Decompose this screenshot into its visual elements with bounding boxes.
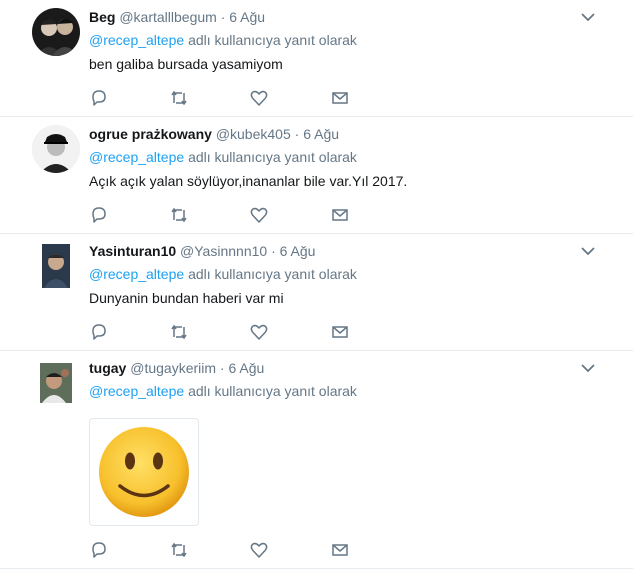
heart-icon[interactable] <box>249 540 269 560</box>
reply-context-text: adlı kullanıcıya yanıt olarak <box>188 383 357 399</box>
separator: · <box>294 126 300 142</box>
tweet-text: ben galiba bursada yasamiyom <box>89 56 283 72</box>
display-name[interactable]: Yasinturan10 <box>89 243 176 259</box>
separator: · <box>219 360 225 376</box>
retweet-icon[interactable] <box>169 540 189 560</box>
avatar[interactable] <box>32 125 80 173</box>
tweet-header: tugay @tugaykeriim · 6 Ağu <box>89 359 264 377</box>
reply-context: @recep_altepe adlı kullanıcıya yanıt ola… <box>89 148 357 166</box>
reply-context: @recep_altepe adlı kullanıcıya yanıt ola… <box>89 382 357 400</box>
tweet-text: Dunyanin bundan haberi var mi <box>89 290 284 306</box>
tweet-text: Açık açık yalan söylüyor,inananlar bile … <box>89 173 408 189</box>
retweet-icon[interactable] <box>169 205 189 225</box>
display-name[interactable]: Beg <box>89 9 115 25</box>
envelope-icon[interactable] <box>330 540 350 560</box>
heart-icon[interactable] <box>249 205 269 225</box>
timestamp[interactable]: 6 Ağu <box>280 243 316 259</box>
reply-context-text: adlı kullanıcıya yanıt olarak <box>188 266 357 282</box>
tweet-actions <box>89 205 369 225</box>
retweet-icon[interactable] <box>169 322 189 342</box>
tweet[interactable]: Yasinturan10 @Yasinnnn10 · 6 Ağu @recep_… <box>0 234 633 351</box>
reply-context: @recep_altepe adlı kullanıcıya yanıt ola… <box>89 265 357 283</box>
chevron-down-icon[interactable] <box>580 244 596 256</box>
reply-context: @recep_altepe adlı kullanıcıya yanıt ola… <box>89 31 357 49</box>
user-handle[interactable]: @kubek405 <box>216 126 291 142</box>
reply-icon[interactable] <box>89 540 109 560</box>
tweet-header: Yasinturan10 @Yasinnnn10 · 6 Ağu <box>89 242 315 260</box>
tweet[interactable]: ogrue prażkowany @kubek405 · 6 Ağu @rece… <box>0 117 633 234</box>
avatar[interactable] <box>32 359 80 407</box>
timestamp[interactable]: 6 Ağu <box>228 360 264 376</box>
display-name[interactable]: ogrue prażkowany <box>89 126 212 142</box>
tweet[interactable]: tugay @tugaykeriim · 6 Ağu @recep_altepe… <box>0 351 633 569</box>
smiley-emoji-icon <box>99 427 189 517</box>
envelope-icon[interactable] <box>330 322 350 342</box>
separator: · <box>220 9 226 25</box>
tweet-header: ogrue prażkowany @kubek405 · 6 Ağu <box>89 125 339 143</box>
mention-link[interactable]: @recep_altepe <box>89 32 184 48</box>
reply-context-text: adlı kullanıcıya yanıt olarak <box>188 32 357 48</box>
timestamp[interactable]: 6 Ağu <box>303 126 339 142</box>
user-handle[interactable]: @kartalllbegum <box>119 9 216 25</box>
mention-link[interactable]: @recep_altepe <box>89 383 184 399</box>
reply-icon[interactable] <box>89 322 109 342</box>
retweet-icon[interactable] <box>169 88 189 108</box>
tweet-actions <box>89 322 369 342</box>
chevron-down-icon[interactable] <box>580 361 596 373</box>
user-handle[interactable]: @tugaykeriim <box>130 360 216 376</box>
heart-icon[interactable] <box>249 88 269 108</box>
envelope-icon[interactable] <box>330 205 350 225</box>
reply-context-text: adlı kullanıcıya yanıt olarak <box>188 149 357 165</box>
mention-link[interactable]: @recep_altepe <box>89 149 184 165</box>
tweet-header: Beg @kartalllbegum · 6 Ağu <box>89 8 265 26</box>
mention-link[interactable]: @recep_altepe <box>89 266 184 282</box>
media-attachment[interactable] <box>89 418 199 526</box>
reply-icon[interactable] <box>89 88 109 108</box>
chevron-down-icon[interactable] <box>580 10 596 22</box>
heart-icon[interactable] <box>249 322 269 342</box>
envelope-icon[interactable] <box>330 88 350 108</box>
avatar[interactable] <box>32 242 80 290</box>
display-name[interactable]: tugay <box>89 360 126 376</box>
tweet-actions <box>89 540 369 560</box>
tweet[interactable]: Beg @kartalllbegum · 6 Ağu @recep_altepe… <box>0 0 633 117</box>
avatar[interactable] <box>32 8 80 56</box>
user-handle[interactable]: @Yasinnnn10 <box>180 243 267 259</box>
timestamp[interactable]: 6 Ağu <box>229 9 265 25</box>
reply-icon[interactable] <box>89 205 109 225</box>
separator: · <box>271 243 276 259</box>
tweet-actions <box>89 88 369 108</box>
